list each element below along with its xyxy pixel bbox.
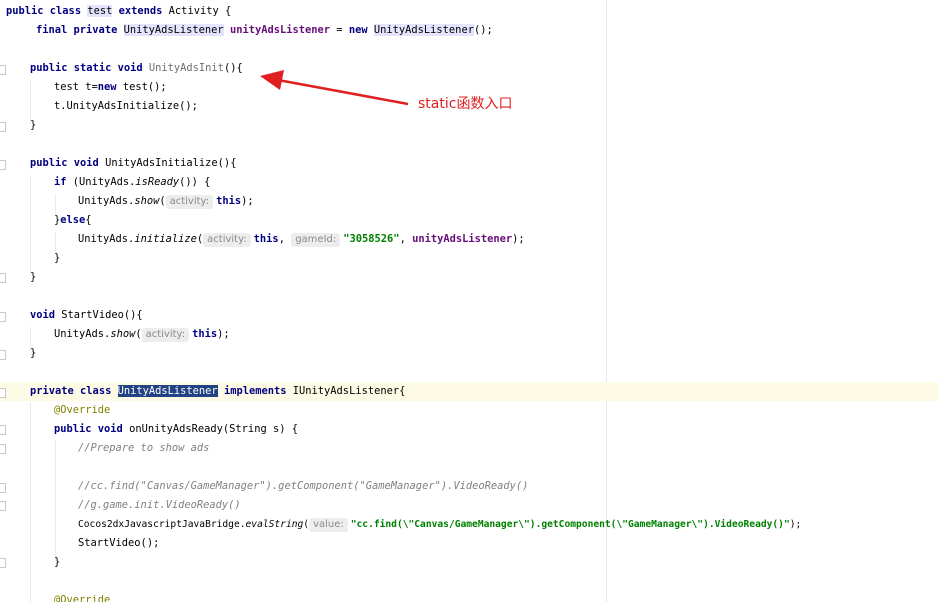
annotation-label: static函数入口	[418, 96, 513, 112]
arrow-shaft	[277, 78, 409, 106]
annotation-arrow	[260, 70, 409, 106]
code-editor[interactable]: public class test extends Activity { fin…	[0, 0, 938, 602]
arrow-head	[260, 70, 284, 90]
